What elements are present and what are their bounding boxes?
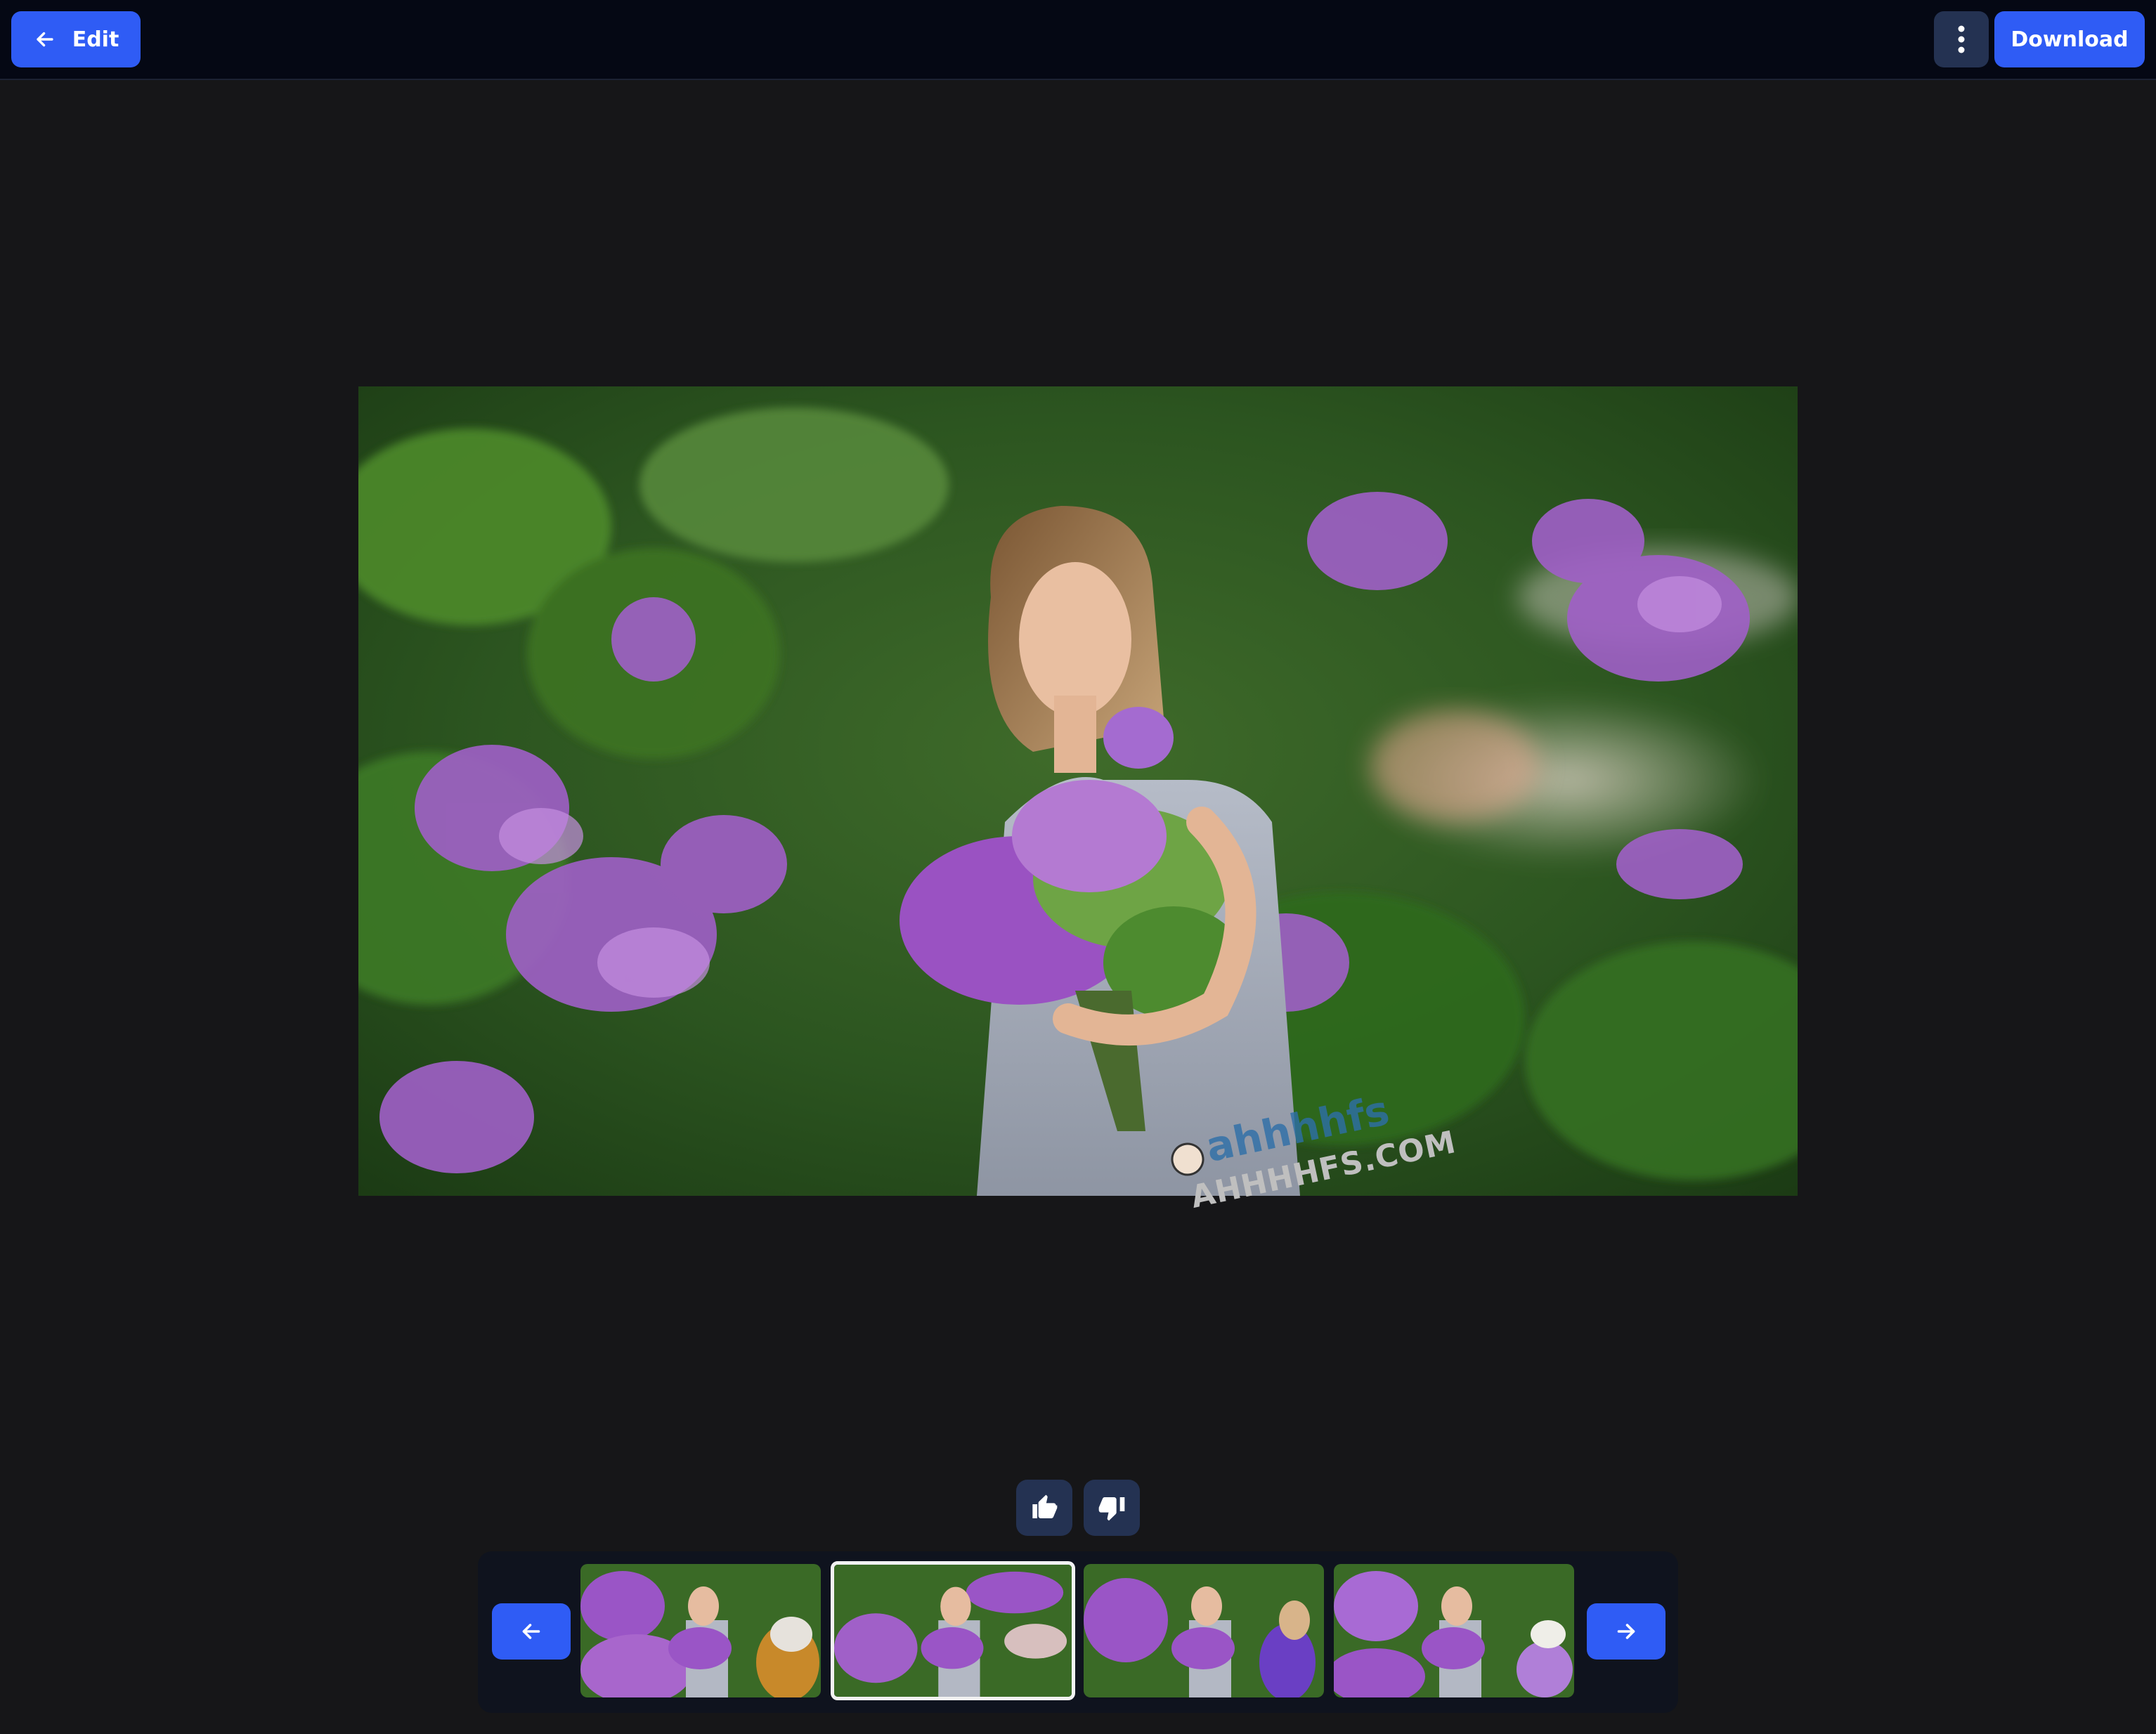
thumbs-up-button[interactable] [1016, 1480, 1072, 1536]
edit-button-label: Edit [72, 27, 119, 52]
thumbs-up-icon [1032, 1494, 1058, 1518]
next-image-button[interactable] [1587, 1603, 1665, 1660]
generated-photo: ahhhhfs [358, 386, 1798, 1196]
thumbs-down-button[interactable] [1084, 1480, 1140, 1536]
thumbnail-3[interactable] [1084, 1564, 1324, 1697]
main-image-preview: ahhhhfs [358, 386, 1798, 1196]
thumbnail-2-selected[interactable] [831, 1561, 1075, 1700]
thumbs-down-icon [1098, 1497, 1125, 1521]
thumbnail-1[interactable] [580, 1564, 821, 1697]
download-button-label: Download [2011, 27, 2129, 52]
thumbnail-4[interactable] [1334, 1564, 1574, 1697]
arrow-right-icon [1617, 1624, 1635, 1639]
edit-button[interactable]: Edit [11, 11, 141, 67]
more-vertical-icon [1958, 25, 1965, 53]
top-toolbar: Edit Download [0, 0, 2156, 80]
arrow-left-icon [37, 32, 53, 47]
download-button[interactable]: Download [1994, 11, 2145, 67]
arrow-left-icon [522, 1624, 540, 1639]
previous-image-button[interactable] [492, 1603, 571, 1660]
more-options-button[interactable] [1934, 11, 1989, 67]
